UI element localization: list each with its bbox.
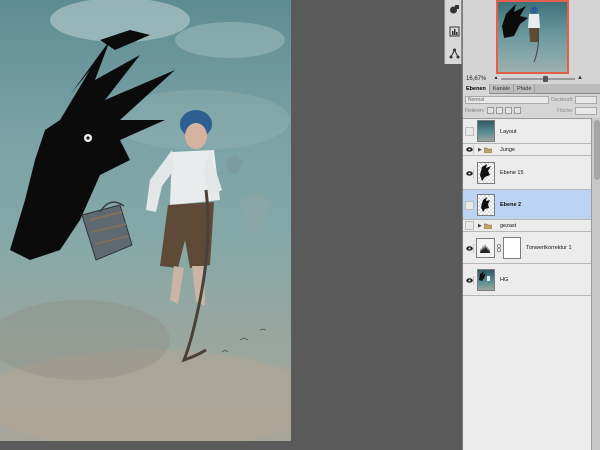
layer-name: Junge (500, 147, 515, 153)
layers-panel: Ebenen Kanäle Pfade Normal Deckkraft: Fi… (462, 84, 600, 450)
eye-icon (465, 246, 473, 251)
zoom-slider-knob[interactable] (542, 76, 548, 82)
layer-thumbnail (477, 162, 495, 184)
layer-list: Layout ▶ Junge Ebene 15 Ebene 2 ▶ gezast… (463, 118, 591, 450)
zoom-percentage[interactable]: 16,67% (466, 76, 486, 82)
visibility-toggle[interactable] (465, 145, 474, 154)
layer-name: Layout (500, 129, 517, 135)
creature-thumbnail-image (480, 164, 491, 181)
chain-link-icon[interactable] (497, 244, 501, 252)
zoom-track[interactable] (501, 78, 575, 80)
eye-icon (465, 171, 473, 176)
tab-paths[interactable]: Pfade (514, 84, 536, 94)
lock-transparency-icon[interactable] (487, 107, 494, 114)
lock-all-icon[interactable] (514, 107, 521, 114)
lock-position-icon[interactable] (505, 107, 512, 114)
fill-input[interactable] (575, 107, 597, 115)
layer-name: HG (500, 277, 509, 283)
layer-row-tonwertkorrektur-1[interactable]: Tonwertkorrektur 1 (463, 232, 591, 264)
layer-row-ebene-15[interactable]: Ebene 15 (463, 156, 591, 190)
layer-row-layout[interactable]: Layout (463, 119, 591, 144)
visibility-toggle[interactable] (465, 169, 474, 178)
layer-name: Tonwertkorrektur 1 (526, 245, 572, 251)
navigator-icon (449, 4, 459, 13)
opacity-label: Deckkraft: (551, 97, 574, 103)
navigator-preview[interactable] (496, 0, 569, 74)
lock-label: Fixieren: (465, 108, 485, 114)
layer-thumbnail (477, 269, 495, 291)
histogram-icon (480, 244, 490, 253)
zoom-in-icon[interactable]: ▲ (577, 75, 583, 81)
scrollbar-thumb[interactable] (594, 120, 600, 180)
creature-thumbnail-image (481, 197, 490, 212)
tab-channels[interactable]: Kanäle (490, 84, 515, 94)
background-thumbnail-image (479, 271, 490, 281)
layer-name: Ebene 15 (500, 170, 524, 176)
layer-thumbnail (477, 194, 495, 216)
visibility-toggle[interactable] (465, 201, 474, 210)
lock-row: Fixieren: Fläche: (465, 107, 599, 116)
visibility-toggle[interactable] (465, 244, 474, 253)
histogram-icon (449, 26, 459, 36)
navigator-panel-button[interactable] (447, 2, 461, 16)
layer-thumbnail (477, 120, 495, 142)
layer-mask-thumbnail[interactable] (503, 237, 521, 259)
layer-name: gezast (500, 223, 517, 229)
layer-row-ebene-2[interactable]: Ebene 2 (463, 190, 591, 220)
panel-tabs: Ebenen Kanäle Pfade (463, 84, 600, 94)
layer-row-hg[interactable]: HG (463, 264, 591, 296)
histogram-panel-button[interactable] (447, 24, 461, 38)
blend-row: Normal Deckkraft: (465, 96, 599, 105)
visibility-toggle[interactable] (465, 127, 474, 136)
expand-arrow-icon[interactable]: ▶ (478, 147, 483, 153)
artwork-image (0, 0, 291, 441)
network-icon (449, 48, 459, 58)
tab-layers[interactable]: Ebenen (463, 84, 490, 94)
group-row-gezast[interactable]: ▶ gezast (463, 220, 591, 232)
layer-name: Ebene 2 (500, 202, 522, 208)
opacity-input[interactable] (575, 96, 597, 104)
lock-pixels-icon[interactable] (496, 107, 503, 114)
zoom-out-icon[interactable]: ▴ (493, 75, 499, 81)
navigator-preview-image (502, 4, 540, 63)
visibility-toggle[interactable] (465, 221, 474, 230)
levels-adjustment-icon (476, 238, 495, 258)
blend-mode-select[interactable]: Normal (465, 96, 549, 104)
eye-icon (465, 147, 473, 152)
eye-icon (465, 278, 473, 283)
group-row-junge[interactable]: ▶ Junge (463, 144, 591, 156)
folder-icon (484, 147, 492, 153)
zoom-slider[interactable]: ▴ ▲ (491, 75, 583, 82)
visibility-toggle[interactable] (465, 276, 474, 285)
fill-label: Fläche: (557, 108, 574, 114)
panel-icon-strip (444, 0, 462, 64)
folder-icon (484, 223, 492, 229)
document-canvas[interactable] (0, 0, 291, 441)
layers-scrollbar[interactable] (591, 118, 600, 450)
navigator-panel: 16,67% ▴ ▲ (462, 0, 600, 84)
layer-comps-panel-button[interactable] (447, 46, 461, 60)
expand-arrow-icon[interactable]: ▶ (478, 223, 483, 229)
